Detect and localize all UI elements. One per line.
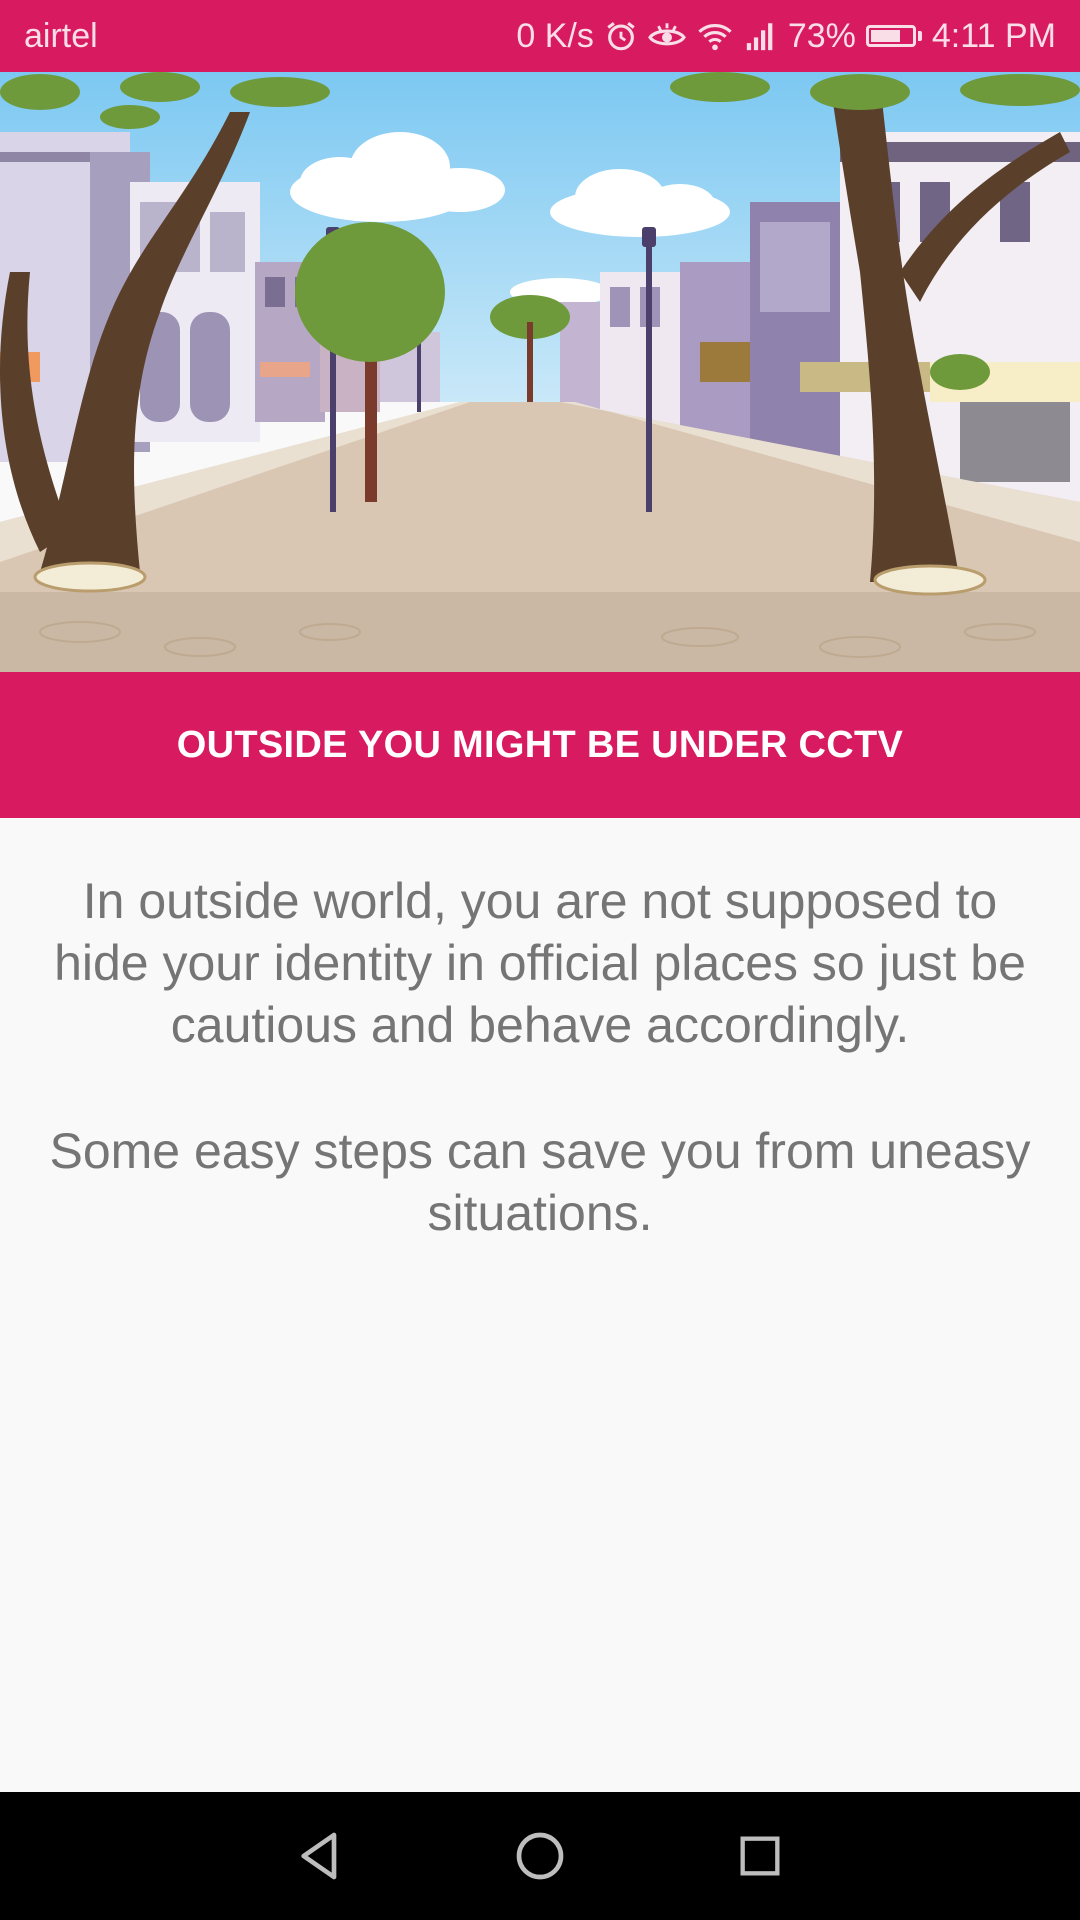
home-button[interactable] (500, 1816, 580, 1896)
recents-button[interactable] (720, 1816, 800, 1896)
description-paragraph-2: Some easy steps can save you from uneasy… (49, 1123, 1031, 1241)
carrier-name: airtel (24, 16, 98, 55)
network-speed: 0 K/s (516, 16, 594, 55)
battery-icon (865, 25, 922, 47)
clock: 4:11 PM (931, 16, 1056, 55)
back-icon (301, 1832, 337, 1880)
eye-icon (647, 19, 686, 53)
title-banner: OUTSIDE YOU MIGHT BE UNDER CCTV (0, 672, 1080, 818)
street-illustration (0, 72, 1080, 672)
home-icon (516, 1832, 564, 1880)
signal-icon (744, 19, 778, 53)
wifi-icon (696, 19, 734, 53)
battery-percent: 73% (787, 16, 856, 55)
description-paragraph-1: In outside world, you are not supposed t… (54, 873, 1026, 1053)
alarm-icon (604, 19, 638, 53)
recents-icon (740, 1836, 780, 1876)
back-button[interactable] (280, 1816, 360, 1896)
description: In outside world, you are not supposed t… (30, 870, 1050, 1308)
navigation-bar (0, 1792, 1080, 1920)
status-bar: airtel 0 K/s 73% 4:11 PM (0, 0, 1080, 72)
status-icons: 0 K/s 73% 4:11 PM (516, 17, 1056, 56)
page-title: OUTSIDE YOU MIGHT BE UNDER CCTV (176, 723, 904, 766)
